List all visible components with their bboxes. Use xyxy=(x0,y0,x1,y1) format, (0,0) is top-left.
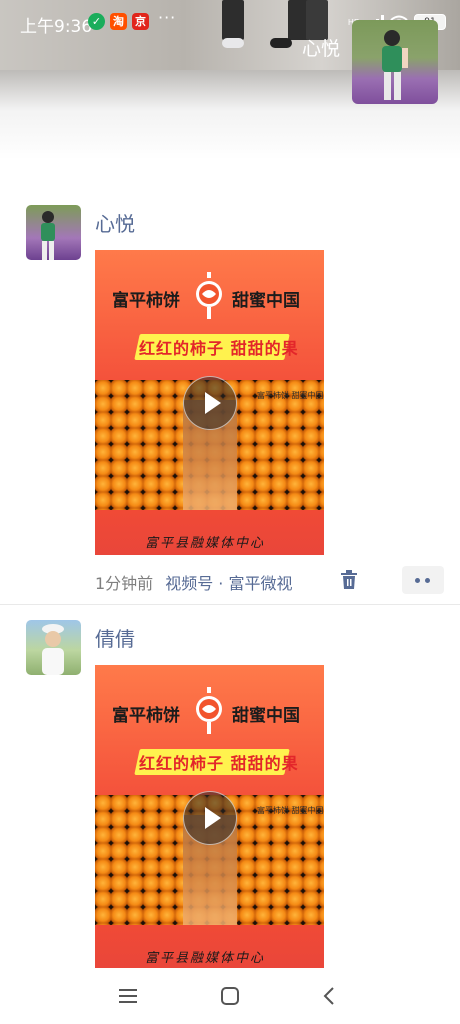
video-subtitle: 红红的柿子 甜甜的果 xyxy=(139,339,299,358)
avatar[interactable] xyxy=(26,620,81,675)
avatar-figure xyxy=(382,30,408,100)
status-overflow: ··· xyxy=(158,8,177,27)
cover-user-name[interactable]: 心悦 xyxy=(302,34,340,61)
taobao-icon: 淘 xyxy=(110,13,127,30)
system-nav-bar xyxy=(0,968,460,1024)
play-icon[interactable] xyxy=(183,791,237,845)
video-thumbnail[interactable]: 富平柿饼 甜蜜中国 红红的柿子 甜甜的果 富平柿饼 甜蜜中国 富平县融媒体中心 xyxy=(95,250,324,555)
cover-avatar[interactable] xyxy=(352,20,438,104)
home-icon[interactable] xyxy=(218,984,242,1008)
avatar[interactable] xyxy=(26,205,81,260)
post-author[interactable]: 心悦 xyxy=(95,208,135,237)
avatar-figure xyxy=(42,624,64,675)
video-footer-text: 富平县融媒体中心 xyxy=(145,536,266,551)
persimmon-logo-icon xyxy=(196,272,222,319)
video-corner-text: 富平柿饼 甜蜜中国 xyxy=(257,806,324,815)
video-footer-text: 富平县融媒体中心 xyxy=(145,951,266,966)
video-title-right: 甜蜜中国 xyxy=(232,706,300,726)
menu-icon[interactable] xyxy=(116,984,140,1008)
play-icon[interactable] xyxy=(183,376,237,430)
video-title-right: 甜蜜中国 xyxy=(232,291,300,311)
post-source[interactable]: 视频号 · 富平微视 xyxy=(165,574,292,593)
back-icon[interactable] xyxy=(318,984,342,1008)
video-title-left: 富平柿饼 xyxy=(112,291,180,311)
video-corner-text: 富平柿饼 甜蜜中国 xyxy=(257,391,324,400)
video-thumbnail[interactable]: 富平柿饼 甜蜜中国 红红的柿子 甜甜的果 富平柿饼 甜蜜中国 富平县融媒体中心 xyxy=(95,665,324,970)
post-author[interactable]: 倩倩 xyxy=(95,623,135,652)
video-subtitle: 红红的柿子 甜甜的果 xyxy=(139,754,299,773)
more-actions-button[interactable] xyxy=(402,566,444,594)
post-meta: 1分钟前 视频号 · 富平微视 xyxy=(95,570,292,594)
video-title-left: 富平柿饼 xyxy=(112,706,180,726)
status-time: 上午9:36 xyxy=(20,17,93,37)
trash-icon[interactable] xyxy=(340,570,358,590)
post-time: 1分钟前 xyxy=(95,574,154,593)
shield-icon: ✓ xyxy=(88,13,105,30)
avatar-figure xyxy=(41,211,55,260)
post-divider xyxy=(0,604,460,605)
jd-icon: 京 xyxy=(132,13,149,30)
persimmon-logo-icon xyxy=(196,687,222,734)
